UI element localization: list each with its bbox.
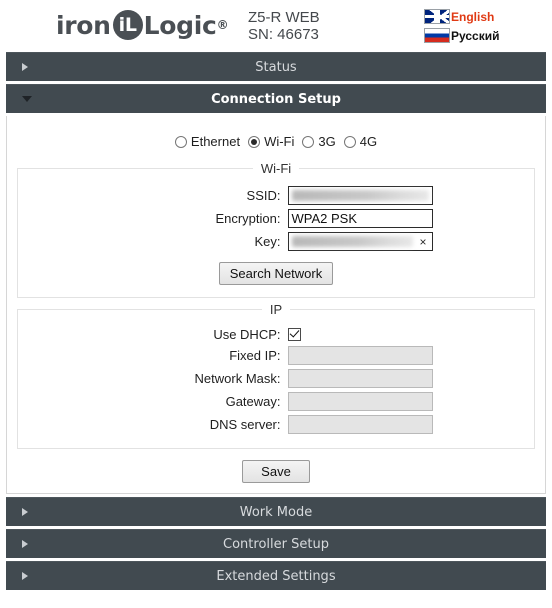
section-header-status[interactable]: Status bbox=[6, 52, 546, 81]
section-header-connection-setup[interactable]: Connection Setup bbox=[6, 84, 546, 113]
chevron-right-icon bbox=[22, 63, 28, 71]
key-input[interactable]: × bbox=[287, 232, 433, 251]
clear-key-icon[interactable]: × bbox=[413, 236, 428, 248]
connection-setup-panel: Ethernet Wi-Fi 3G 4G Wi-Fi SSID: Encrypt bbox=[6, 116, 546, 494]
chevron-right-icon bbox=[22, 572, 28, 580]
network-mask-input[interactable] bbox=[287, 369, 433, 388]
radio-wifi-indicator bbox=[248, 135, 261, 148]
encryption-value: WPA2 PSK bbox=[291, 211, 358, 226]
field-row-encryption: Encryption: WPA2 PSK bbox=[18, 209, 534, 228]
language-option-russian[interactable]: Русский bbox=[424, 27, 544, 44]
radio-label-4g: 4G bbox=[359, 134, 378, 149]
radio-label-wifi: Wi-Fi bbox=[264, 134, 295, 149]
radio-label-ethernet: Ethernet bbox=[190, 134, 241, 149]
language-option-english[interactable]: English bbox=[424, 8, 544, 25]
device-serial: SN: 46673 bbox=[248, 26, 319, 43]
label-fixed-ip: Fixed IP: bbox=[229, 348, 281, 363]
field-row-use-dhcp: Use DHCP: bbox=[18, 327, 534, 342]
field-row-gateway: Gateway: bbox=[18, 392, 534, 411]
chevron-right-icon bbox=[22, 508, 28, 516]
device-info: Z5-R WEB SN: 46673 bbox=[248, 9, 320, 43]
uk-flag-icon bbox=[424, 9, 450, 24]
language-switcher: English Русский bbox=[424, 8, 544, 46]
device-model: Z5-R WEB bbox=[248, 9, 320, 26]
radio-ethernet-indicator bbox=[174, 135, 187, 148]
logo-text-after: Logic bbox=[143, 10, 217, 40]
language-label-english: English bbox=[451, 9, 495, 24]
radio-option-ethernet[interactable]: Ethernet bbox=[174, 134, 241, 149]
label-encryption: Encryption: bbox=[215, 211, 281, 226]
search-network-row: Search Network bbox=[18, 255, 534, 287]
page-header: iron iL Logic ® Z5-R WEB SN: 46673 English … bbox=[0, 0, 552, 52]
section-title-extended-settings: Extended Settings bbox=[216, 568, 336, 584]
registered-trademark-icon: ® bbox=[216, 18, 229, 32]
field-row-key: Key: × bbox=[18, 232, 534, 251]
radio-option-wifi[interactable]: Wi-Fi bbox=[248, 134, 294, 149]
field-row-network-mask: Network Mask: bbox=[18, 369, 534, 388]
field-row-ssid: SSID: bbox=[18, 186, 534, 205]
search-network-button[interactable]: Search Network bbox=[218, 262, 334, 285]
section-header-work-mode[interactable]: Work Mode bbox=[6, 497, 546, 526]
ip-fieldset-legend: IP bbox=[269, 302, 283, 317]
save-row: Save bbox=[7, 453, 545, 485]
ironlogic-logo: iron iL Logic ® bbox=[56, 8, 229, 42]
radio-3g-indicator bbox=[302, 135, 315, 148]
encryption-input[interactable]: WPA2 PSK bbox=[287, 209, 433, 228]
field-row-dns-server: DNS server: bbox=[18, 415, 534, 434]
ssid-value bbox=[291, 190, 429, 201]
label-ssid: SSID: bbox=[246, 188, 281, 203]
dns-server-input[interactable] bbox=[287, 415, 433, 434]
radio-option-4g[interactable]: 4G bbox=[343, 134, 378, 149]
connection-type-radio-group: Ethernet Wi-Fi 3G 4G bbox=[7, 116, 545, 161]
section-header-controller-setup[interactable]: Controller Setup bbox=[6, 529, 546, 558]
use-dhcp-checkbox[interactable] bbox=[287, 328, 301, 341]
logo-badge-icon: iL bbox=[112, 10, 143, 40]
chevron-down-icon bbox=[22, 96, 32, 102]
russia-flag-icon bbox=[424, 28, 450, 43]
language-label-russian: Русский bbox=[451, 28, 500, 43]
key-value bbox=[291, 236, 414, 247]
wifi-fieldset-legend: Wi-Fi bbox=[260, 161, 292, 176]
chevron-right-icon bbox=[22, 540, 28, 548]
section-header-extended-settings[interactable]: Extended Settings bbox=[6, 561, 546, 590]
radio-option-3g[interactable]: 3G bbox=[302, 134, 336, 149]
label-dns-server: DNS server: bbox=[209, 417, 281, 432]
section-title-connection-setup: Connection Setup bbox=[211, 91, 341, 107]
field-row-fixed-ip: Fixed IP: bbox=[18, 346, 534, 365]
radio-label-3g: 3G bbox=[318, 134, 336, 149]
ssid-input[interactable] bbox=[287, 186, 433, 205]
ip-fieldset: IP Use DHCP: Fixed IP: Network Mask: Gat… bbox=[17, 302, 535, 449]
label-gateway: Gateway: bbox=[225, 394, 281, 409]
section-title-work-mode: Work Mode bbox=[239, 504, 313, 520]
section-title-controller-setup: Controller Setup bbox=[223, 536, 329, 552]
wifi-fieldset: Wi-Fi SSID: Encryption: WPA2 PSK Key: × … bbox=[17, 161, 535, 298]
label-key: Key: bbox=[254, 234, 281, 249]
logo-text-before: iron bbox=[56, 10, 111, 40]
section-title-status: Status bbox=[255, 59, 297, 75]
fixed-ip-input[interactable] bbox=[287, 346, 433, 365]
gateway-input[interactable] bbox=[287, 392, 433, 411]
label-use-dhcp: Use DHCP: bbox=[213, 327, 281, 342]
save-button[interactable]: Save bbox=[242, 460, 310, 483]
label-network-mask: Network Mask: bbox=[194, 371, 281, 386]
radio-4g-indicator bbox=[343, 135, 356, 148]
